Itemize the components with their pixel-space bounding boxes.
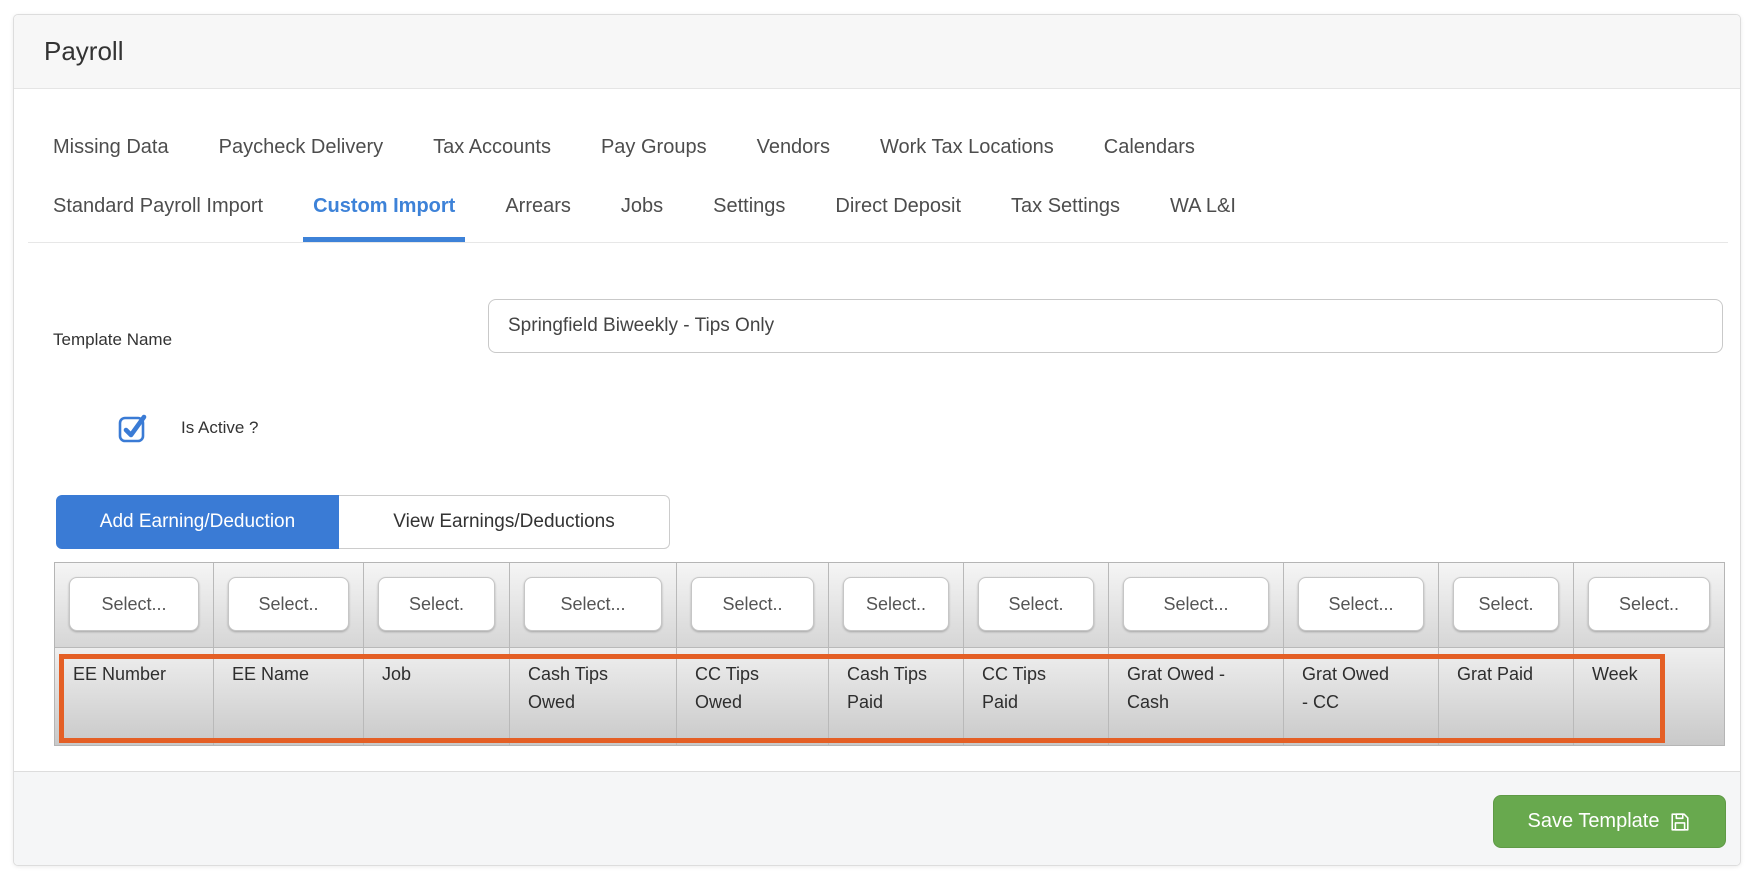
column-header-cc-tips-owed: CC Tips Owed [677, 648, 829, 745]
is-active-row: Is Active ? [118, 412, 258, 444]
column-select-grat-owed-cc[interactable]: Select... [1298, 577, 1424, 631]
footer-bar: Save Template [14, 771, 1740, 865]
view-earnings-deductions-button[interactable]: View Earnings/Deductions [339, 495, 670, 549]
column-header-grat-paid: Grat Paid [1439, 648, 1574, 745]
earning-deduction-toggle: Add Earning/Deduction View Earnings/Dedu… [56, 495, 670, 549]
save-template-button[interactable]: Save Template [1493, 795, 1726, 848]
payroll-panel: Payroll Missing Data Paycheck Delivery Tax… [13, 14, 1741, 866]
column-select-week[interactable]: Select.. [1588, 577, 1710, 631]
select-cell-ee-number: Select... [55, 563, 214, 647]
column-header-week: Week [1574, 648, 1724, 745]
select-cell-grat-paid: Select. [1439, 563, 1574, 647]
column-select-ee-name[interactable]: Select.. [228, 577, 349, 631]
column-header-cash-tips-owed: Cash Tips Owed [510, 648, 677, 745]
is-active-label: Is Active ? [181, 418, 258, 438]
select-cell-ee-name: Select.. [214, 563, 364, 647]
tab-standard-payroll-import[interactable]: Standard Payroll Import [43, 175, 273, 242]
floppy-disk-icon [1669, 811, 1691, 833]
column-mapping-table: Select... Select.. Select. Select... Select.… [54, 562, 1725, 746]
tab-vendors[interactable]: Vendors [757, 136, 830, 159]
column-select-grat-paid[interactable]: Select. [1453, 577, 1559, 631]
column-select-cc-tips-paid[interactable]: Select. [978, 577, 1094, 631]
select-cell-cash-tips-owed: Select... [510, 563, 677, 647]
add-earning-deduction-button[interactable]: Add Earning/Deduction [56, 495, 339, 549]
select-cell-grat-owed-cc: Select... [1284, 563, 1439, 647]
tab-tax-accounts[interactable]: Tax Accounts [433, 136, 551, 159]
column-header-grat-owed-cash: Grat Owed - Cash [1109, 648, 1284, 745]
tab-direct-deposit[interactable]: Direct Deposit [825, 175, 971, 242]
tab-settings[interactable]: Settings [703, 175, 795, 242]
column-select-ee-number[interactable]: Select... [69, 577, 199, 631]
panel-header: Payroll [14, 15, 1740, 89]
tab-jobs[interactable]: Jobs [611, 175, 673, 242]
column-select-grat-owed-cash[interactable]: Select... [1123, 577, 1269, 631]
is-active-checkbox[interactable] [118, 413, 148, 443]
column-select-cash-tips-paid[interactable]: Select.. [843, 577, 949, 631]
select-cell-week: Select.. [1574, 563, 1724, 647]
select-cell-grat-owed-cash: Select... [1109, 563, 1284, 647]
save-template-label: Save Template [1528, 810, 1660, 833]
tab-tax-settings[interactable]: Tax Settings [1001, 175, 1130, 242]
select-row: Select... Select.. Select. Select... Select.… [55, 563, 1724, 648]
select-cell-cc-tips-paid: Select. [964, 563, 1109, 647]
column-header-ee-name: EE Name [214, 648, 364, 745]
tab-arrears[interactable]: Arrears [495, 175, 581, 242]
page-title: Payroll [44, 36, 123, 67]
tab-custom-import[interactable]: Custom Import [303, 175, 465, 242]
header-row: EE NumberEE NameJobCash Tips OwedCC Tips… [55, 648, 1724, 745]
column-header-ee-number: EE Number [55, 648, 214, 745]
column-header-grat-owed-cc: Grat Owed - CC [1284, 648, 1439, 745]
column-select-cash-tips-owed[interactable]: Select... [524, 577, 662, 631]
column-select-job[interactable]: Select. [378, 577, 495, 631]
column-header-job: Job [364, 648, 510, 745]
template-name-input[interactable] [488, 299, 1723, 353]
tab-work-tax-locations[interactable]: Work Tax Locations [880, 136, 1054, 159]
select-cell-job: Select. [364, 563, 510, 647]
tab-missing-data[interactable]: Missing Data [53, 136, 169, 159]
tabs-row-primary: Missing Data Paycheck Delivery Tax Account… [14, 119, 1728, 175]
select-cell-cc-tips-owed: Select.. [677, 563, 829, 647]
column-header-cc-tips-paid: CC Tips Paid [964, 648, 1109, 745]
tab-paycheck-delivery[interactable]: Paycheck Delivery [219, 136, 384, 159]
tabs-row-secondary: Standard Payroll Import Custom Import Arre… [28, 175, 1728, 243]
tab-pay-groups[interactable]: Pay Groups [601, 136, 707, 159]
tab-calendars[interactable]: Calendars [1104, 136, 1195, 159]
column-header-cash-tips-paid: Cash Tips Paid [829, 648, 964, 745]
tab-wa-l-i[interactable]: WA L&I [1160, 175, 1246, 242]
select-cell-cash-tips-paid: Select.. [829, 563, 964, 647]
template-name-label: Template Name [53, 313, 172, 367]
column-select-cc-tips-owed[interactable]: Select.. [691, 577, 814, 631]
